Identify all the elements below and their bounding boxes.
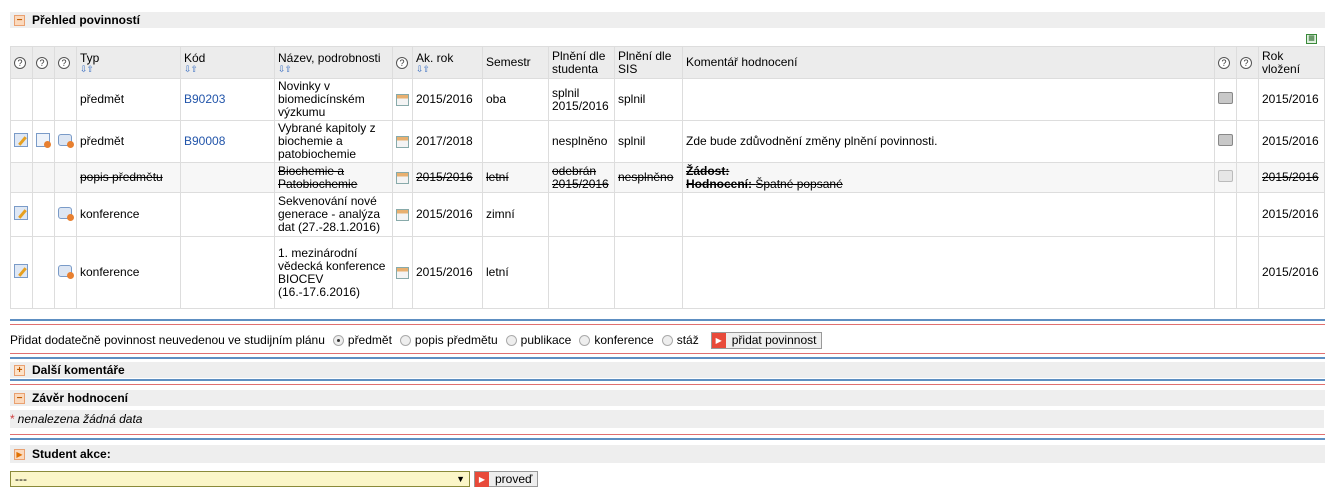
execute-button[interactable]: ▶ proveď bbox=[474, 471, 539, 487]
printer-icon bbox=[1218, 170, 1233, 182]
radio-popis-predmetu[interactable]: popis předmětu bbox=[399, 333, 498, 347]
calendar-icon[interactable] bbox=[396, 266, 409, 279]
conclusion-header[interactable]: − Závěr hodnocení bbox=[10, 390, 1325, 406]
column-header-komentar: Komentář hodnocení bbox=[682, 46, 1215, 79]
column-header-typ[interactable]: Typ ⇩⇧ bbox=[76, 46, 181, 79]
divider bbox=[10, 438, 1325, 440]
collapse-icon[interactable]: − bbox=[14, 14, 25, 26]
student-action-select[interactable]: --- ▼ bbox=[10, 471, 470, 487]
excel-export-icon[interactable]: ▦ bbox=[1306, 34, 1317, 44]
column-header-semestr: Semestr bbox=[482, 46, 549, 79]
divider bbox=[10, 384, 1325, 385]
overview-title: Přehled povinností bbox=[32, 13, 141, 27]
column-header-nazev[interactable]: Název, podrobnosti ⇩⇧ bbox=[274, 46, 393, 79]
column-header-plneni-sis: Plnění dle SIS bbox=[614, 46, 683, 79]
divider bbox=[10, 324, 1325, 325]
course-code-link[interactable]: B90008 bbox=[184, 134, 225, 148]
help-icon[interactable]: ? bbox=[1214, 46, 1237, 79]
column-header-plneni-student: Plnění dle studenta bbox=[548, 46, 615, 79]
radio-staz[interactable]: stáž bbox=[661, 333, 699, 347]
printer-icon[interactable] bbox=[1218, 134, 1233, 146]
document-icon[interactable] bbox=[36, 133, 51, 148]
comment-cell: Žádost: Hodnocení: Špatné popsané bbox=[682, 162, 1215, 193]
sort-arrows-icon: ⇩⇧ bbox=[80, 64, 94, 74]
sort-arrows-icon: ⇩⇧ bbox=[278, 64, 292, 74]
collapse-icon[interactable]: − bbox=[14, 392, 25, 404]
column-header-rok-vlozeni: Rok vložení bbox=[1258, 46, 1325, 79]
calendar-icon[interactable] bbox=[396, 208, 409, 221]
add-obligation-button[interactable]: ▶ přidat povinnost bbox=[710, 331, 823, 349]
radio-icon bbox=[399, 334, 411, 346]
radio-icon bbox=[579, 334, 591, 346]
sort-arrows-icon: ⇩⇧ bbox=[416, 64, 430, 74]
table-row: předmět B90008 Vybrané kapitoly z bioche… bbox=[10, 120, 1325, 163]
student-action-header: ▶ Student akce: bbox=[10, 445, 1325, 463]
column-header-akrok[interactable]: Ak. rok ⇩⇧ bbox=[412, 46, 483, 79]
table-row: konference 1. mezinárodní vědecká konfer… bbox=[10, 236, 1325, 309]
expand-icon[interactable]: + bbox=[14, 364, 25, 376]
table-row: popis předmětu Biochemie a Patobiochemie… bbox=[10, 162, 1325, 193]
course-code-link[interactable]: B90203 bbox=[184, 92, 225, 106]
radio-icon bbox=[505, 334, 517, 346]
sort-arrows-icon: ⇩⇧ bbox=[184, 64, 198, 74]
table-row: předmět B90203 Novinky v biomedicínském … bbox=[10, 78, 1325, 121]
calendar-icon[interactable] bbox=[396, 135, 409, 148]
radio-checked-icon bbox=[332, 334, 344, 346]
table-row: konference Sekvenování nové generace - a… bbox=[10, 192, 1325, 237]
radio-publikace[interactable]: publikace bbox=[505, 333, 571, 347]
more-comments-header[interactable]: + Další komentáře bbox=[10, 362, 1325, 378]
comment-icon[interactable] bbox=[58, 207, 74, 221]
play-icon: ▶ bbox=[711, 332, 726, 348]
comment-icon[interactable] bbox=[58, 134, 74, 148]
radio-predmet[interactable]: předmět bbox=[332, 333, 392, 347]
divider bbox=[10, 357, 1325, 359]
help-icon[interactable]: ? bbox=[32, 46, 55, 79]
edit-icon[interactable] bbox=[14, 264, 28, 278]
help-icon[interactable]: ? bbox=[54, 46, 77, 79]
edit-icon[interactable] bbox=[14, 133, 28, 147]
empty-data-message: * nenalezena žádná data bbox=[10, 410, 1324, 428]
obligations-table: ? ? ? Typ ⇩⇧ Kód ⇩⇧ Název, podrobnosti ⇩⇧ ?… bbox=[10, 46, 1325, 309]
overview-section-header[interactable]: − Přehled povinností bbox=[10, 12, 1325, 28]
arrow-icon: ▶ bbox=[14, 448, 25, 460]
printer-icon[interactable] bbox=[1218, 92, 1233, 104]
help-icon[interactable]: ? bbox=[1236, 46, 1259, 79]
radio-icon bbox=[661, 334, 673, 346]
edit-icon[interactable] bbox=[14, 206, 28, 220]
calendar-icon[interactable] bbox=[396, 171, 409, 184]
comment-icon[interactable] bbox=[58, 265, 74, 279]
play-icon: ▶ bbox=[475, 471, 489, 487]
help-icon[interactable]: ? bbox=[392, 46, 413, 79]
add-obligation-label: Přidat dodatečně povinnost neuvedenou ve… bbox=[10, 333, 325, 347]
help-icon[interactable]: ? bbox=[10, 46, 33, 79]
radio-konference[interactable]: konference bbox=[579, 333, 654, 347]
column-header-kod[interactable]: Kód ⇩⇧ bbox=[180, 46, 275, 79]
calendar-icon[interactable] bbox=[396, 93, 409, 106]
add-obligation-row: Přidat dodatečně povinnost neuvedenou ve… bbox=[10, 330, 823, 350]
